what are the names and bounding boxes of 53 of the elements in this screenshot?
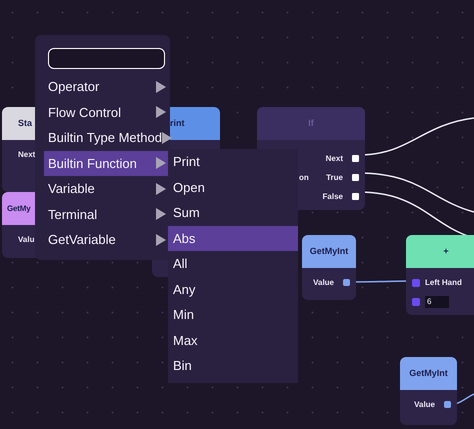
node-header[interactable]: GetMyInt <box>302 235 356 268</box>
caret-icon <box>156 80 166 93</box>
menu-label: Bin <box>173 359 192 372</box>
caret-icon <box>156 234 166 246</box>
menu-label: All <box>173 257 188 270</box>
menu-label: Print <box>173 155 200 168</box>
node-card[interactable]: GetMyInt Value <box>302 235 356 300</box>
value-field[interactable]: 6 <box>425 296 449 308</box>
port-label: False <box>322 190 343 202</box>
input-port[interactable] <box>412 278 420 286</box>
port-label: Valu <box>17 234 34 246</box>
caret-icon <box>156 157 166 170</box>
menu-item[interactable]: Any <box>168 276 298 302</box>
menu-label: Open <box>173 180 205 194</box>
port-label: Value <box>313 276 334 288</box>
caret-icon <box>156 106 166 118</box>
input-port[interactable] <box>412 298 420 306</box>
port-label: Value <box>414 398 435 410</box>
port-label: True <box>326 172 343 184</box>
menu-item[interactable]: Min <box>168 302 298 328</box>
menu-item[interactable]: Max <box>168 328 298 353</box>
menu-item[interactable]: All <box>168 251 298 276</box>
menu-label: Sum <box>173 206 200 220</box>
menu-item[interactable]: Builtin Function <box>44 150 168 176</box>
caret-icon <box>156 182 166 195</box>
menu-label: Any <box>173 282 196 296</box>
node-card[interactable]: GetMyInt Value <box>400 357 457 425</box>
menu-item[interactable]: Abs <box>168 226 298 251</box>
caret-icon <box>162 132 172 144</box>
node-title: GetMy <box>7 204 30 212</box>
node-header[interactable]: + <box>406 235 474 268</box>
menu-label: Min <box>173 308 194 322</box>
menu-item[interactable]: Operator <box>44 74 168 100</box>
menu-label: Operator <box>48 80 100 94</box>
node-title: + <box>443 247 449 256</box>
node-title: GetMyInt <box>310 247 348 256</box>
node-header[interactable]: GetMyInt <box>400 357 457 390</box>
search-field[interactable] <box>48 48 165 69</box>
port-label: Next <box>326 152 343 164</box>
node-title: GetMyInt <box>409 369 448 378</box>
node-title: Sta <box>18 119 32 128</box>
port-label: Next <box>17 148 36 160</box>
menu-label: Max <box>173 334 198 347</box>
node-title: rint <box>170 119 184 128</box>
output-port[interactable] <box>444 401 451 408</box>
node-title: If <box>308 119 314 128</box>
port-label: Left Hand <box>425 276 462 288</box>
caret-icon <box>156 208 166 220</box>
menu-label: Abs <box>173 232 196 245</box>
menu-item[interactable]: Bin <box>168 353 298 378</box>
node-card[interactable]: + Left Hand 6 <box>406 235 474 315</box>
output-port[interactable] <box>343 279 350 286</box>
port-label: on <box>298 172 309 184</box>
